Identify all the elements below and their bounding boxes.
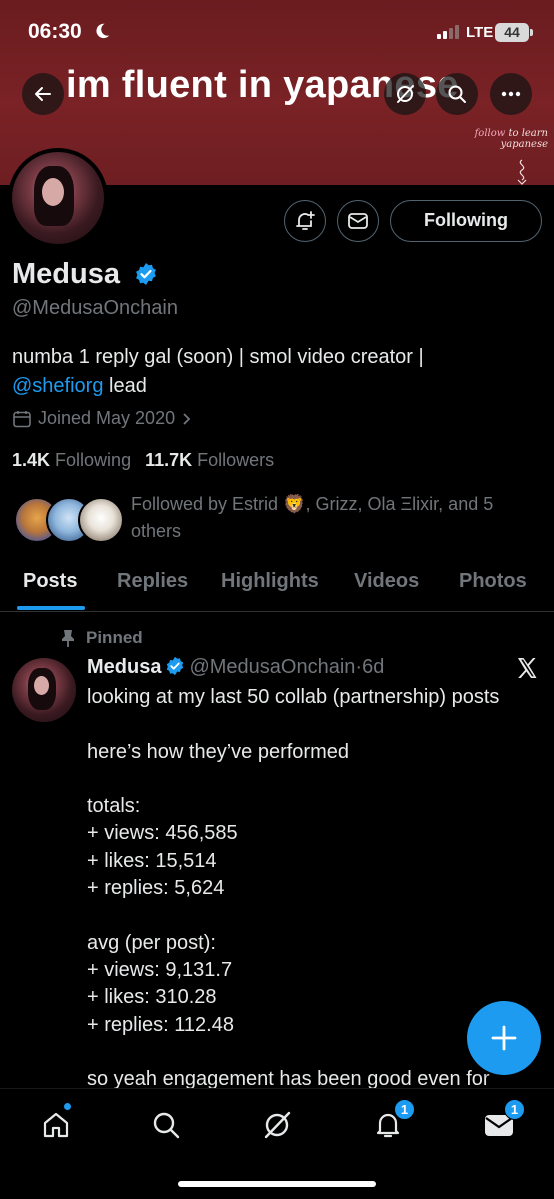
back-button[interactable] [22, 73, 64, 115]
pinned-label: Pinned [86, 628, 143, 647]
tab-highlights[interactable]: Highlights [221, 570, 319, 593]
signal-icon [437, 25, 459, 39]
nav-search[interactable] [146, 1105, 186, 1145]
tab-posts[interactable]: Posts [23, 570, 77, 593]
search-icon [153, 1112, 180, 1139]
home-indicator[interactable] [178, 1181, 376, 1187]
nav-home[interactable] [36, 1105, 76, 1145]
verified-badge-icon [136, 263, 156, 285]
followers-stat-link[interactable]: 11.7K Followers [145, 450, 274, 470]
status-bar: 06:30 LTE 44 [0, 0, 554, 64]
banner-note-text: to learn yapanese [500, 128, 548, 150]
display-name: Medusa [12, 258, 120, 290]
post-header: Medusa @MedusaOnchain·6d [87, 656, 384, 679]
network-type: LTE [466, 24, 494, 41]
arrow-left-icon [35, 87, 51, 101]
post-author-handle[interactable]: @MedusaOnchain [189, 656, 355, 678]
tab-replies[interactable]: Replies [117, 570, 188, 593]
avatar-face-shape [34, 676, 49, 695]
follow-stats: 1.4K Following 11.7K Followers [12, 450, 274, 471]
post-author-name[interactable]: Medusa [87, 656, 161, 678]
chevron-right-icon [183, 412, 191, 425]
follower-avatar [78, 497, 124, 543]
battery-level: 44 [495, 23, 529, 42]
bio-line-1: numba 1 reply gal (soon) | smol video cr… [12, 346, 424, 368]
following-stat-link[interactable]: 1.4K Following [12, 450, 131, 470]
bell-plus-icon [296, 211, 315, 230]
profile-bio: numba 1 reply gal (soon) | smol video cr… [12, 343, 542, 401]
following-label: Following [55, 450, 132, 470]
compose-post-button[interactable] [467, 1001, 541, 1075]
grok-icon [264, 1111, 291, 1139]
active-tab-indicator [17, 606, 85, 610]
bio-line-2: lead [103, 375, 147, 397]
joined-text: Joined May 2020 [38, 408, 176, 428]
notifications-subscribe-button[interactable] [284, 200, 326, 242]
pinned-indicator: Pinned [60, 628, 143, 648]
banner-note-accent: follow [474, 128, 506, 139]
avatar-image [12, 152, 104, 244]
calendar-icon [13, 410, 31, 427]
avatar-face-shape [42, 178, 64, 206]
verified-badge-icon [167, 656, 184, 676]
grok-icon [397, 85, 414, 103]
following-count: 1.4K [12, 450, 51, 470]
battery-tip [530, 29, 533, 36]
tab-videos[interactable]: Videos [354, 570, 419, 593]
messages-badge: 1 [504, 1099, 525, 1120]
post-age[interactable]: 6d [362, 656, 384, 678]
joined-date[interactable]: Joined May 2020 [12, 408, 193, 429]
followers-count: 11.7K [145, 450, 193, 470]
followed-by-text[interactable]: Followed by Estrid 🦁, Grizz, Ola Ξlixir,… [131, 491, 541, 545]
profile-handle: @MedusaOnchain [12, 297, 178, 319]
tab-photos[interactable]: Photos [459, 570, 527, 593]
pin-icon [62, 630, 74, 647]
x-logo-icon[interactable] [515, 656, 539, 680]
more-horizontal-icon [501, 91, 521, 97]
profile-avatar[interactable] [8, 148, 108, 248]
following-button[interactable]: Following [390, 200, 542, 242]
post-author-avatar[interactable] [12, 658, 76, 722]
bio-mention-link[interactable]: @shefiorg [12, 375, 103, 397]
home-icon [43, 1112, 69, 1138]
more-options-button[interactable] [490, 73, 532, 115]
message-button[interactable] [337, 200, 379, 242]
notifications-badge: 1 [394, 1099, 415, 1120]
home-new-dot [64, 1103, 71, 1110]
search-icon [448, 85, 466, 103]
plus-icon [491, 1025, 517, 1051]
grok-button[interactable] [384, 73, 426, 115]
squiggle-doodle-icon [517, 159, 527, 185]
followers-label: Followers [197, 450, 275, 470]
search-button[interactable] [436, 73, 478, 115]
banner-note: follow to learn yapanese [460, 128, 548, 150]
status-time: 06:30 [28, 20, 82, 43]
moon-icon [96, 23, 110, 39]
followed-by-avatars[interactable] [14, 497, 124, 545]
profile-tabs: Posts Replies Highlights Videos Photos [0, 560, 554, 612]
envelope-icon [348, 213, 368, 229]
nav-grok[interactable] [257, 1105, 297, 1145]
